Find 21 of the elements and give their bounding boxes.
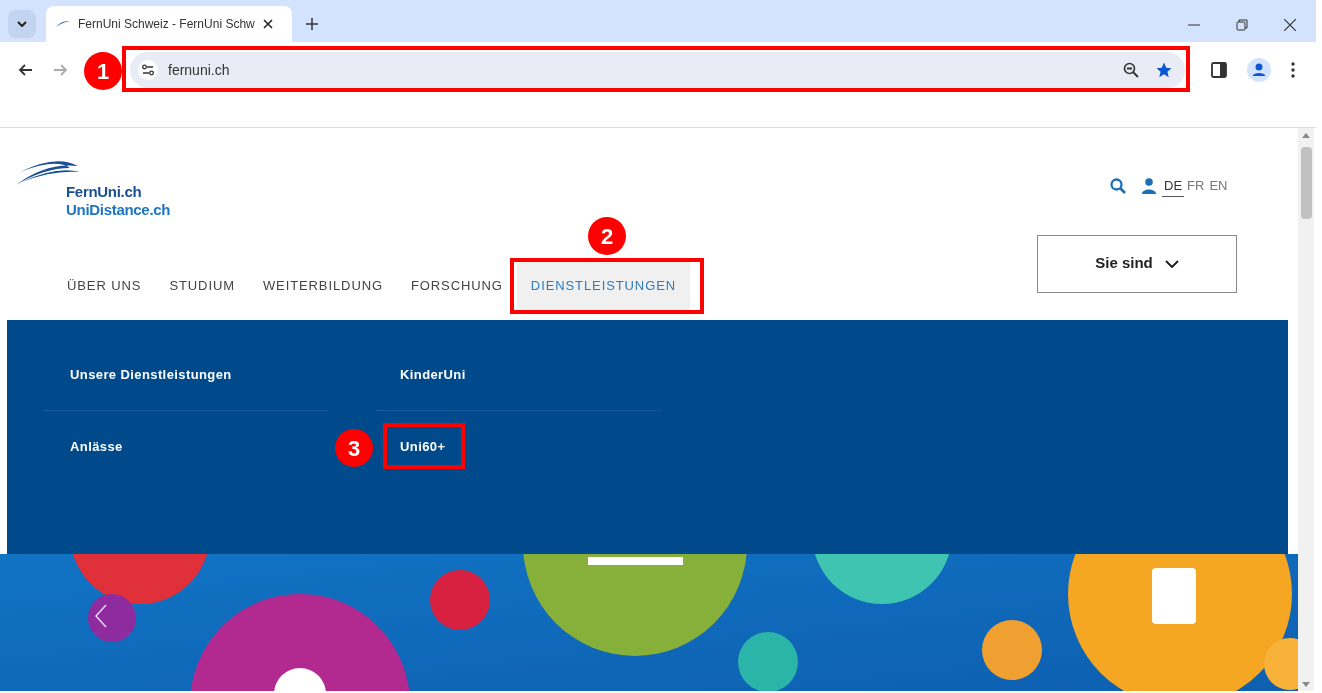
tab-title: FernUni Schweiz - FernUni Schw [78,16,255,33]
url-text: fernuni.ch [168,60,230,80]
menu-link[interactable]: KinderUni [400,364,466,385]
language-link[interactable]: FR [1185,176,1207,197]
menu-link[interactable]: Anlässe [70,437,123,457]
audience-dropdown[interactable]: Sie sind [1037,234,1237,293]
nav-link[interactable]: FORSCHUNG [396,262,517,310]
language-link[interactable]: EN [1207,176,1230,197]
nav-link[interactable]: WEITERBILDUNG [248,262,397,310]
language-link[interactable]: DE [1162,176,1185,197]
logo-text[interactable]: UniDistance.ch [66,201,171,219]
menu-link[interactable]: Unsere Dienstleistungen [70,364,232,385]
logo-text[interactable]: FernUni.ch [66,183,171,201]
menu-link[interactable]: Uni60+ [400,437,446,457]
browser-tab[interactable]: FernUni Schweiz - FernUni Schw [46,6,292,42]
step-badge: 1 [84,52,122,90]
address-bar[interactable]: fernuni.ch [130,52,1185,88]
nav-link[interactable]: ÜBER UNS [53,262,156,310]
step-badge: 2 [588,217,626,255]
nav-link[interactable]: DIENSTLEISTUNGEN [516,262,690,310]
nav-link[interactable]: STUDIUM [155,262,249,310]
